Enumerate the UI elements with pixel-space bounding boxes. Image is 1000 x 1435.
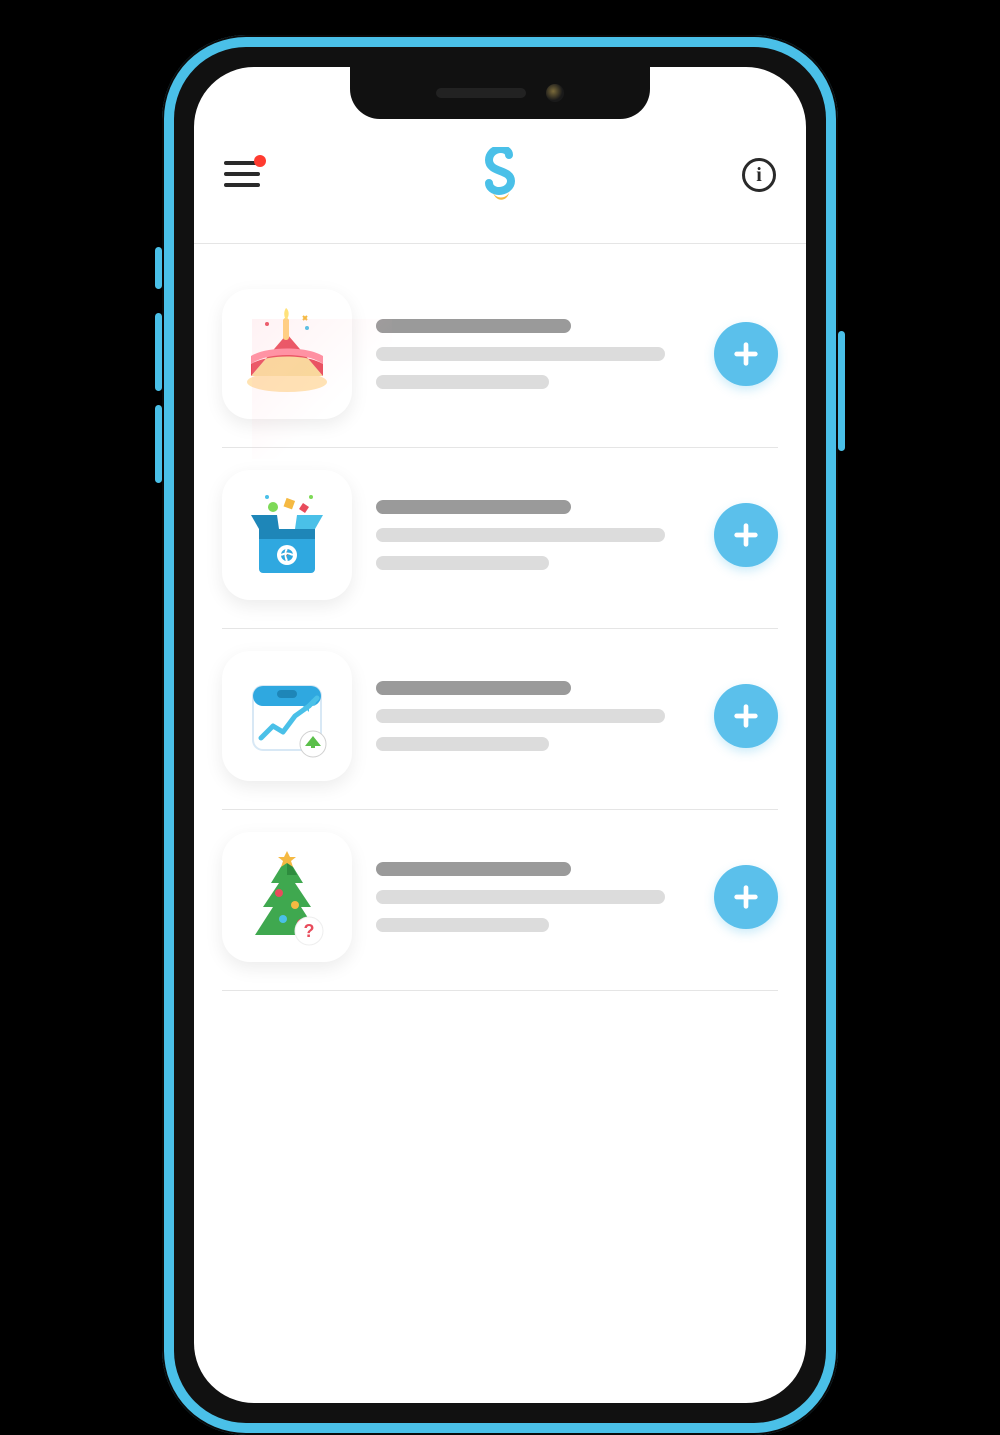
phone-bezel: i — [174, 47, 826, 1423]
header-divider — [194, 243, 806, 244]
item-content — [376, 500, 690, 570]
tile-gift-box[interactable] — [222, 470, 352, 600]
menu-icon[interactable] — [224, 161, 260, 189]
text-placeholder — [376, 709, 665, 723]
front-camera — [546, 84, 564, 102]
power-button[interactable] — [838, 331, 845, 451]
add-button[interactable] — [714, 503, 778, 567]
title-placeholder — [376, 681, 571, 695]
add-button[interactable] — [714, 322, 778, 386]
notification-dot — [254, 155, 266, 167]
text-placeholder — [376, 375, 549, 389]
list-item: ? — [222, 810, 778, 991]
add-button[interactable] — [714, 865, 778, 929]
notch — [350, 67, 650, 119]
volume-up-button[interactable] — [155, 313, 162, 391]
plus-icon — [732, 521, 760, 549]
screen: i — [194, 67, 806, 1403]
tile-calendar-chart[interactable] — [222, 651, 352, 781]
text-placeholder — [376, 528, 665, 542]
birthday-cake-icon — [237, 304, 337, 404]
list-item — [222, 629, 778, 810]
item-content — [376, 319, 690, 389]
earpiece-speaker — [436, 88, 526, 98]
text-placeholder — [376, 347, 665, 361]
plus-icon — [732, 883, 760, 911]
info-icon[interactable]: i — [742, 158, 776, 192]
app-logo — [479, 147, 523, 203]
christmas-tree-icon: ? — [237, 847, 337, 947]
plus-icon — [732, 702, 760, 730]
tile-birthday-cake[interactable] — [222, 289, 352, 419]
phone-frame: i — [162, 35, 838, 1435]
add-button[interactable] — [714, 684, 778, 748]
list-item — [222, 267, 778, 448]
silence-switch[interactable] — [155, 247, 162, 289]
text-placeholder — [376, 556, 549, 570]
volume-down-button[interactable] — [155, 405, 162, 483]
text-placeholder — [376, 737, 549, 751]
text-placeholder — [376, 890, 665, 904]
svg-text:?: ? — [304, 921, 315, 941]
list-item — [222, 448, 778, 629]
app-header: i — [194, 127, 806, 223]
calendar-chart-icon — [237, 666, 337, 766]
title-placeholder — [376, 500, 571, 514]
content-list: ? — [194, 267, 806, 1403]
plus-icon — [732, 340, 760, 368]
gift-box-icon — [237, 485, 337, 585]
item-content — [376, 681, 690, 751]
title-placeholder — [376, 862, 571, 876]
item-content — [376, 862, 690, 932]
text-placeholder — [376, 918, 549, 932]
tile-christmas-tree[interactable]: ? — [222, 832, 352, 962]
title-placeholder — [376, 319, 571, 333]
